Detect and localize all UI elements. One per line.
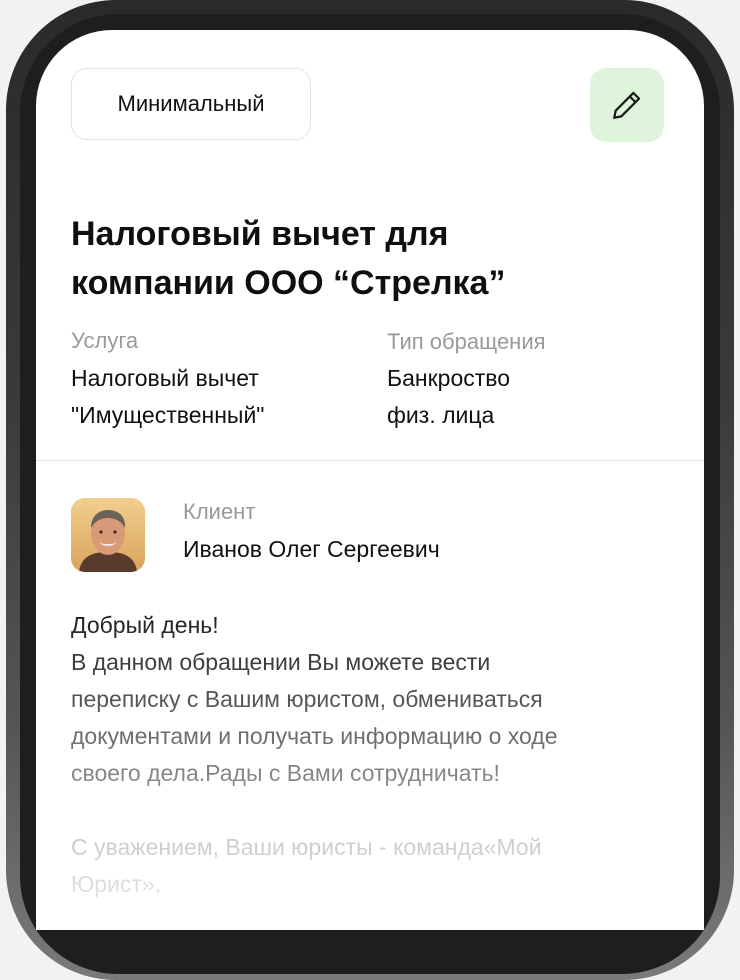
service-value-line-1: Налоговый вычет [71,365,259,391]
service-value: Налоговый вычет "Имущественный" [71,360,264,434]
request-type-value: Банкроство физ. лица [387,360,510,434]
request-type-value-line-2: физ. лица [387,402,495,428]
message-signature-line-2: Юрист». [71,871,162,897]
welcome-message: Добрый день! В данном обращении Вы может… [71,607,671,903]
message-line-4: документами и получать информацию о ходе [71,723,558,749]
message-signature-line-1: С уважением, Ваши юристы - команда«Мой [71,834,542,860]
section-divider [36,460,704,461]
request-type-value-line-1: Банкроство [387,365,511,391]
message-line-1: Добрый день! [71,612,219,638]
avatar-photo [71,498,145,572]
request-title-line-1: Налоговый вычет для [71,215,449,253]
service-label: Услуга [71,328,139,353]
message-line-2: В данном обращении Вы можете вести [71,649,491,675]
request-type-label: Тип обращения [387,329,546,354]
plan-badge-label: Минимальный [117,91,265,116]
message-line-3: переписку с Вашим юристом, обмениваться [71,686,543,712]
edit-button[interactable] [590,68,664,142]
client-name: Иванов Олег Сергеевич [183,536,440,562]
pencil-icon [613,91,641,119]
request-title-line-2: компании ООО “Стрелка” [71,264,506,302]
service-value-line-2: "Имущественный" [71,402,265,428]
client-label: Клиент [183,499,256,524]
request-title: Налоговый вычет для компании ООО “Стрелк… [71,210,671,308]
plan-badge[interactable]: Минимальный [71,68,311,140]
client-avatar[interactable] [71,498,145,572]
message-line-5: своего дела.Рады с Вами сотрудничать! [71,760,500,786]
screen: Минимальный Налоговый вычет для компании… [36,30,704,930]
